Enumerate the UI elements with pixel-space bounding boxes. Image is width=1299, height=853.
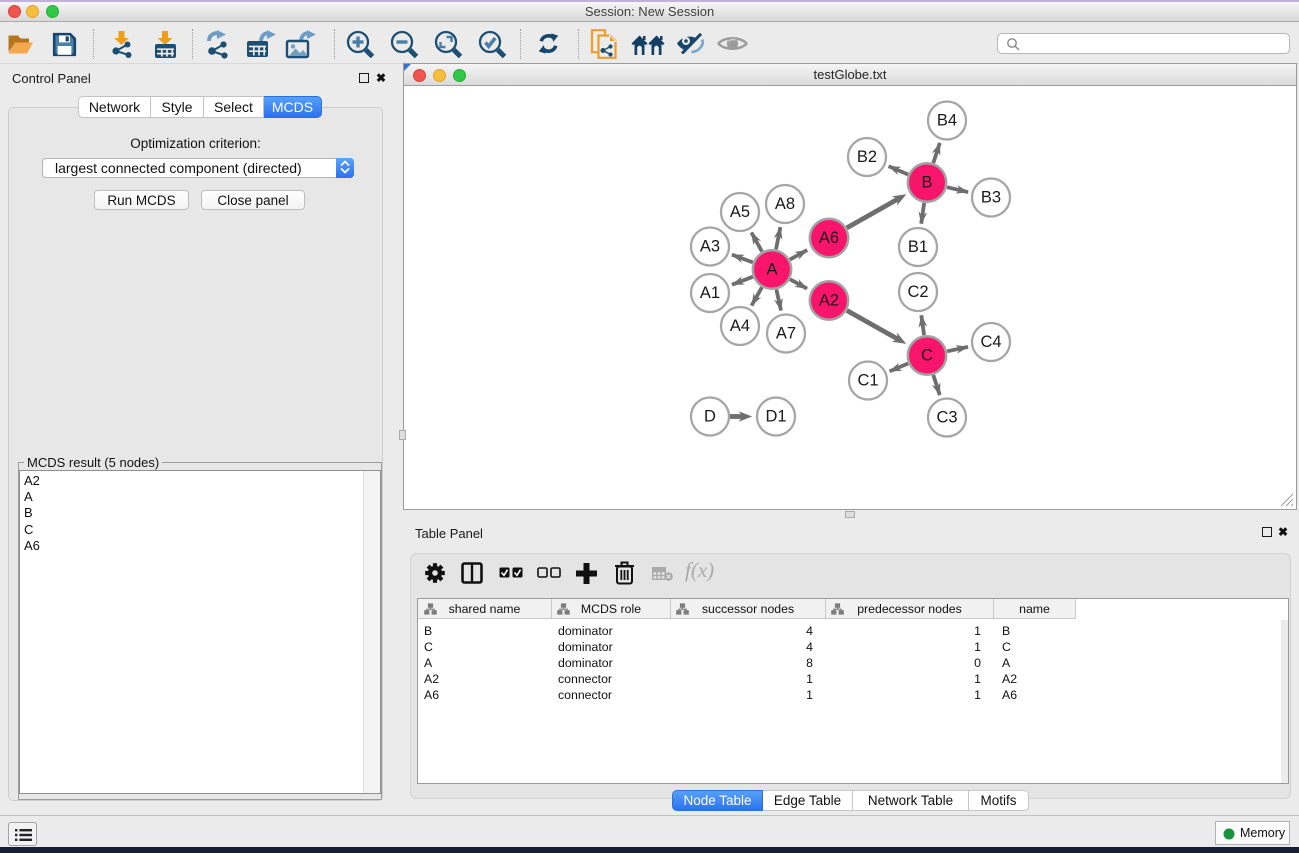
svg-text:A4: A4 — [730, 317, 750, 335]
svg-text:B: B — [921, 174, 932, 192]
svg-text:D: D — [704, 408, 716, 426]
svg-text:C3: C3 — [936, 409, 957, 427]
svg-text:D1: D1 — [765, 408, 786, 426]
svg-text:A2: A2 — [819, 292, 839, 310]
svg-text:A1: A1 — [700, 284, 720, 302]
svg-text:A: A — [766, 261, 777, 279]
svg-text:C: C — [921, 347, 933, 365]
svg-text:A7: A7 — [776, 325, 796, 343]
svg-text:B2: B2 — [857, 148, 877, 166]
svg-text:C4: C4 — [980, 333, 1001, 351]
svg-text:C1: C1 — [857, 372, 878, 390]
svg-text:A8: A8 — [775, 195, 795, 213]
svg-text:B1: B1 — [908, 238, 928, 256]
svg-text:A3: A3 — [700, 238, 720, 256]
svg-text:A5: A5 — [730, 203, 750, 221]
svg-text:C2: C2 — [907, 283, 928, 301]
svg-text:A6: A6 — [819, 229, 839, 247]
svg-text:B3: B3 — [981, 189, 1001, 207]
svg-text:B4: B4 — [937, 112, 957, 130]
